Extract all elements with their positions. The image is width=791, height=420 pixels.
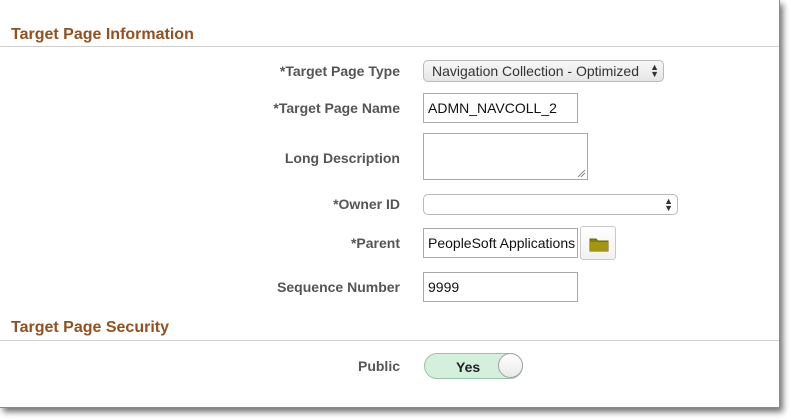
updown-arrows-icon: ▲ ▼ — [664, 196, 673, 213]
parent-lookup-button[interactable] — [580, 226, 616, 260]
section-divider — [0, 340, 779, 341]
toggle-knob[interactable] — [498, 353, 523, 378]
target-page-type-label: *Target Page Type — [279, 63, 400, 79]
target-page-panel: Target Page Information *Target Page Typ… — [0, 0, 780, 408]
public-label: Public — [357, 358, 400, 374]
section-title-target-page-security: Target Page Security — [11, 319, 169, 336]
folder-icon — [589, 238, 609, 252]
public-toggle-value: Yes — [456, 359, 481, 375]
public-toggle[interactable]: Yes — [424, 353, 523, 379]
parent-input[interactable]: PeopleSoft Applications — [423, 228, 578, 258]
parent-label: *Parent — [350, 235, 400, 251]
resize-grip-icon[interactable] — [577, 169, 585, 177]
target-page-type-select[interactable]: Navigation Collection - Optimized ▲ ▼ — [423, 60, 664, 82]
sequence-number-label: Sequence Number — [277, 279, 400, 295]
target-page-name-label: *Target Page Name — [273, 100, 400, 116]
owner-id-label: *Owner ID — [333, 196, 400, 212]
owner-id-select[interactable]: ▲ ▼ — [423, 194, 678, 215]
section-title-target-page-information: Target Page Information — [11, 26, 194, 43]
target-page-type-value: Navigation Collection - Optimized — [432, 63, 639, 79]
target-page-name-input[interactable]: ADMN_NAVCOLL_2 — [423, 93, 578, 123]
section-divider — [0, 46, 779, 47]
long-description-textarea[interactable] — [423, 133, 588, 180]
updown-arrows-icon: ▲ ▼ — [650, 62, 659, 79]
long-description-label: Long Description — [284, 150, 400, 166]
sequence-number-input[interactable]: 9999 — [423, 272, 578, 302]
